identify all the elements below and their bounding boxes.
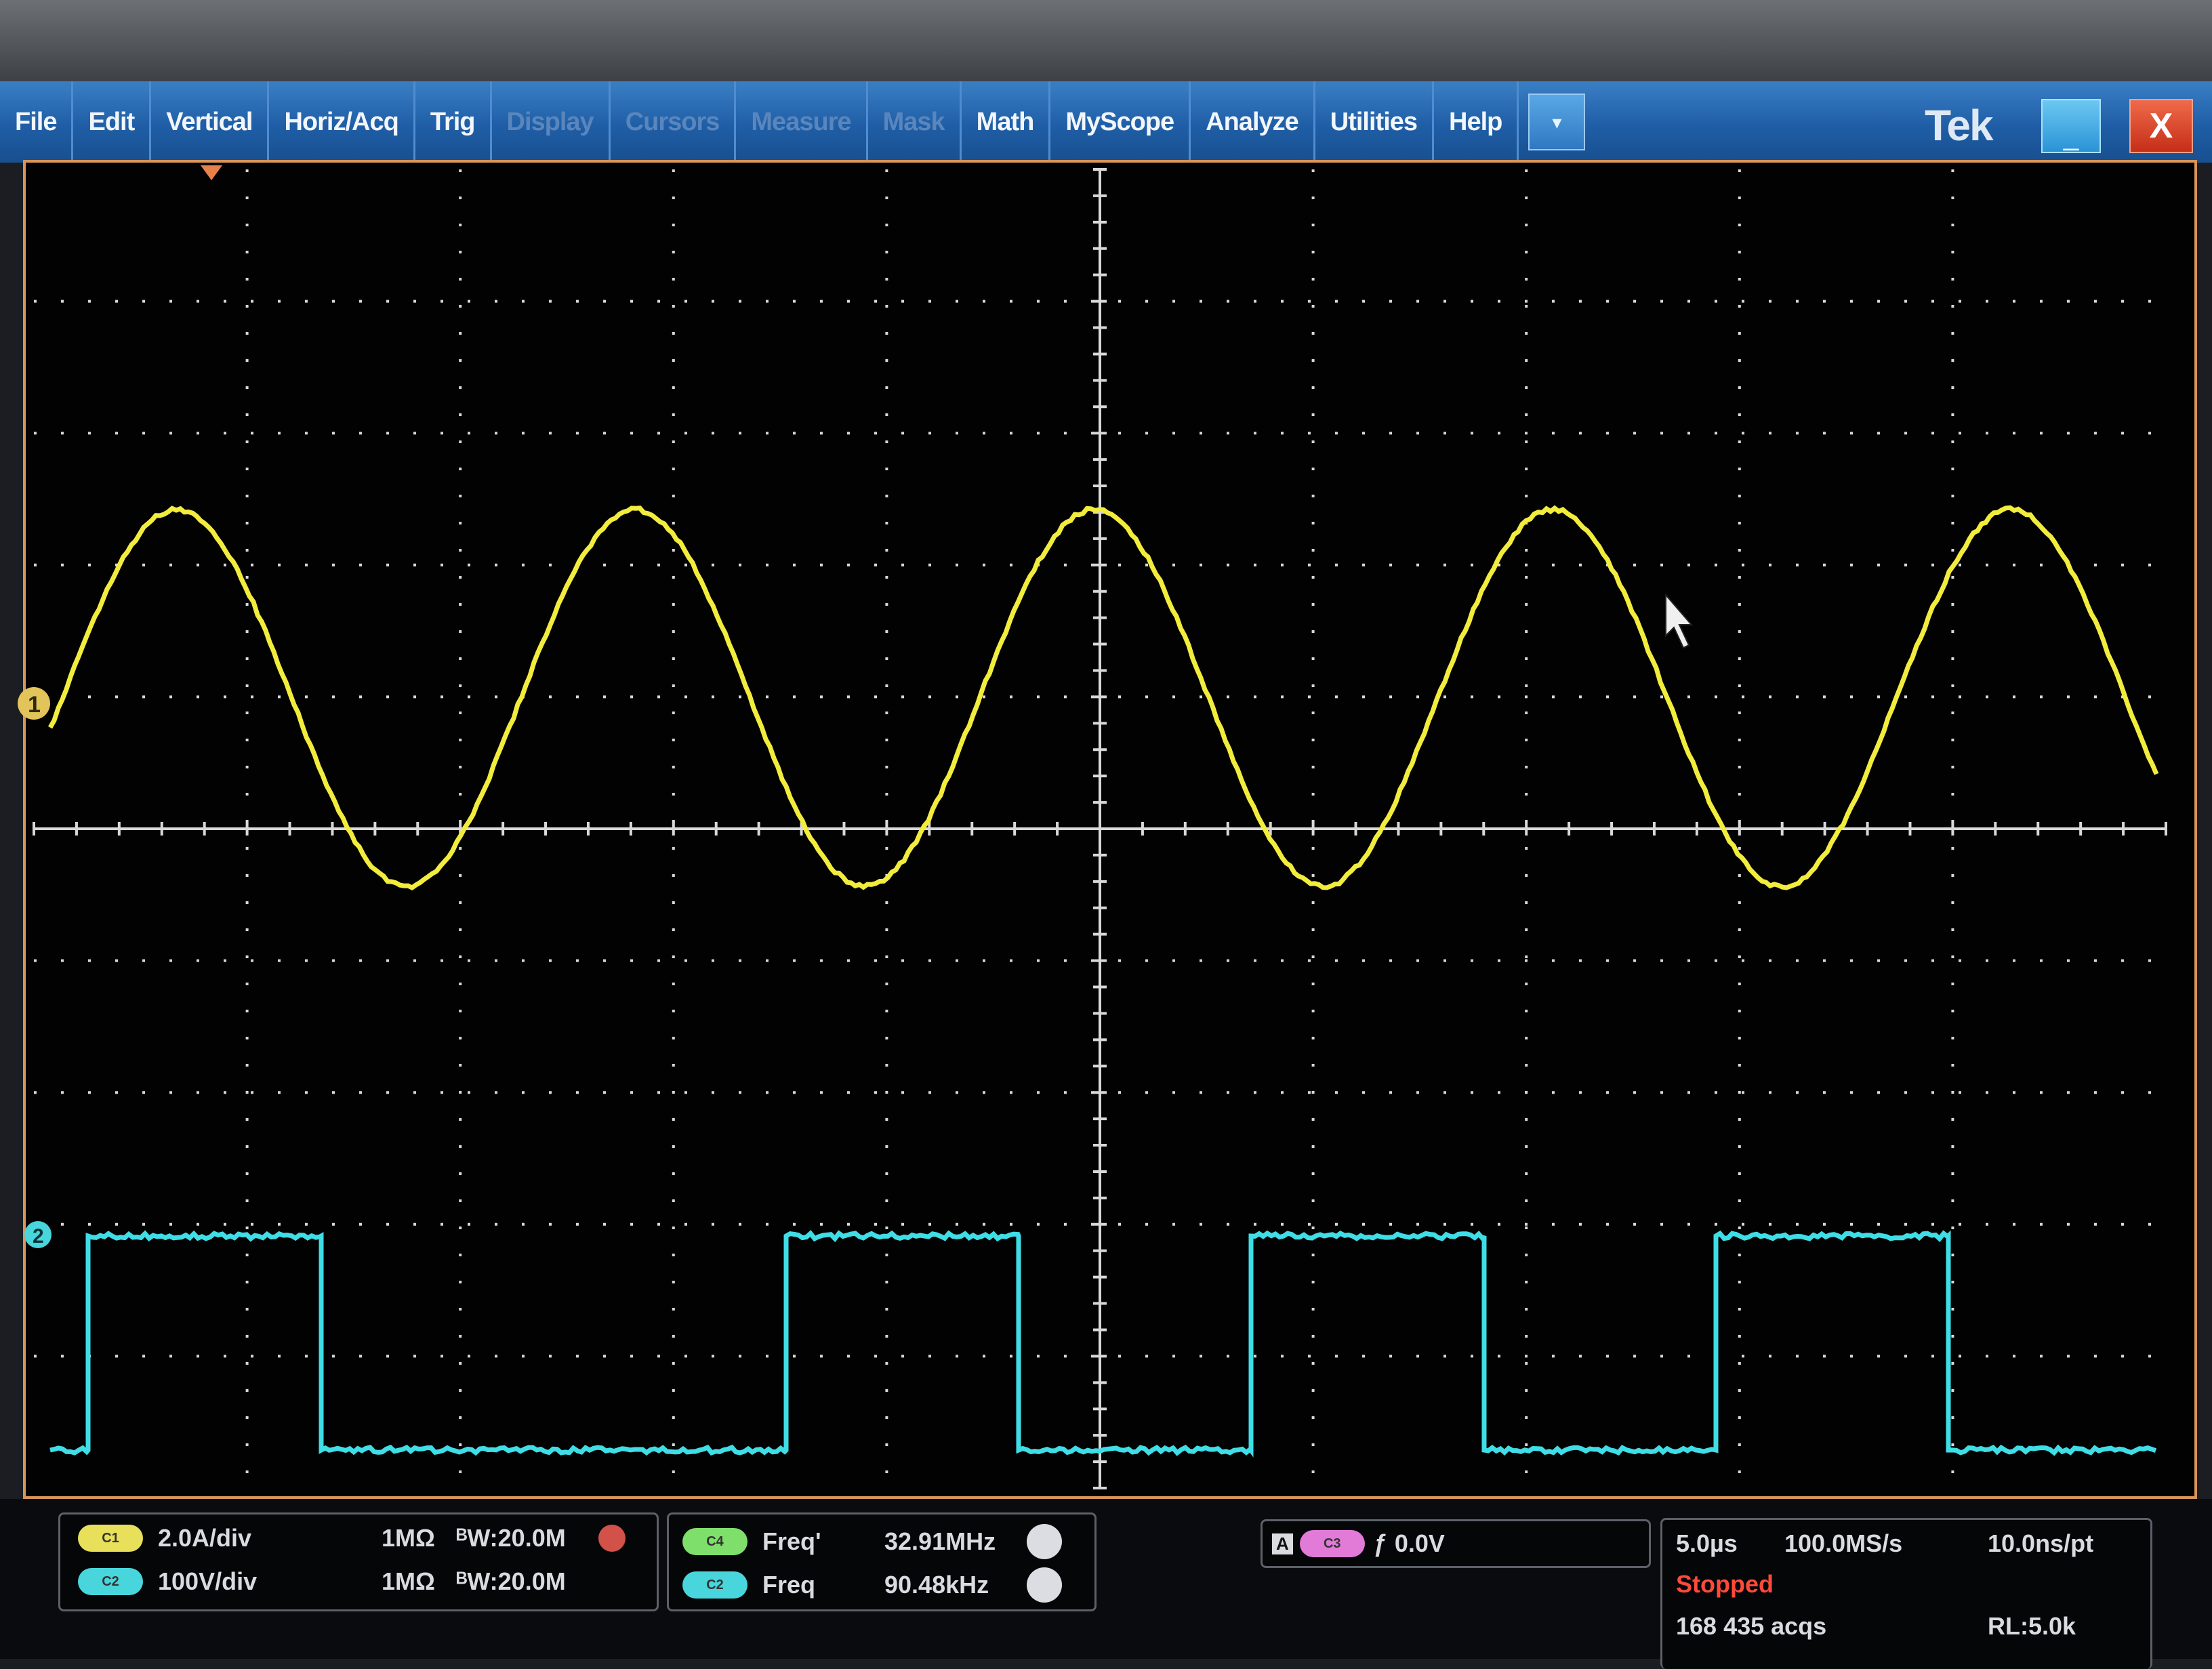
ch1-scale: 2.0A/div (158, 1524, 382, 1552)
status-bar: C1 2.0A/div 1MΩ ᴮW:20.0M C2 100V/div 1MΩ… (0, 1499, 2212, 1659)
ch2-pill[interactable]: C2 (78, 1568, 143, 1595)
svg-text:1: 1 (28, 692, 41, 718)
ch2-impedance: 1MΩ (382, 1567, 456, 1596)
arrow-pointer-icon (1666, 595, 1692, 648)
measurements-panel[interactable]: C4 Freq' 32.91MHz C2 Freq 90.48kHz (667, 1512, 1097, 1611)
meas2-value: 90.48kHz (884, 1571, 1027, 1599)
ch1-pill[interactable]: C1 (78, 1525, 143, 1552)
sample-rate: 100.0MS/s (1784, 1529, 1988, 1558)
ch2-bandwidth: ᴮW:20.0M (456, 1567, 598, 1596)
trigger-level: 0.0V (1395, 1529, 1445, 1558)
ch2-level-marker[interactable]: 2 (24, 1221, 52, 1248)
ch1-bandwidth: ᴮW:20.0M (456, 1524, 598, 1552)
ch2-scale: 100V/div (158, 1567, 382, 1596)
meas2-source-pill[interactable]: C2 (682, 1571, 747, 1599)
meas2-label: Freq (762, 1571, 884, 1599)
meas2-badge-icon[interactable] (1027, 1567, 1062, 1603)
meas1-label: Freq' (762, 1527, 884, 1556)
channel-settings-panel[interactable]: C1 2.0A/div 1MΩ ᴮW:20.0M C2 100V/div 1MΩ… (58, 1512, 659, 1611)
acquisition-count: 168 435 acqs (1676, 1612, 1988, 1641)
trigger-position-icon[interactable] (201, 165, 222, 180)
acquisition-state: Stopped (1676, 1570, 1774, 1599)
trigger-prefix: A (1272, 1533, 1293, 1554)
meas1-value: 32.91MHz (884, 1527, 1027, 1556)
ch1-level-marker[interactable]: 1 (18, 687, 50, 720)
meas1-source-pill[interactable]: C4 (682, 1528, 747, 1555)
ch2-waveform (50, 1233, 2156, 1453)
ch1-alert-icon (598, 1525, 626, 1552)
trigger-panel[interactable]: A C3 ƒ 0.0V (1261, 1519, 1651, 1568)
acquisition-panel[interactable]: 5.0µs 100.0MS/s 10.0ns/pt Stopped 168 43… (1660, 1518, 2152, 1669)
waveform-overlay: 1 2 (0, 0, 2212, 1659)
ch1-impedance: 1MΩ (382, 1524, 456, 1552)
time-per-div: 5.0µs (1676, 1529, 1784, 1558)
graticule-grid (34, 169, 2166, 1488)
record-length: RL:5.0k (1988, 1612, 2076, 1641)
trigger-source-pill[interactable]: C3 (1300, 1530, 1365, 1557)
svg-text:2: 2 (33, 1225, 44, 1248)
rising-edge-icon: ƒ (1373, 1529, 1387, 1558)
time-resolution: 10.0ns/pt (1988, 1529, 2093, 1558)
meas1-badge-icon[interactable] (1027, 1524, 1062, 1559)
